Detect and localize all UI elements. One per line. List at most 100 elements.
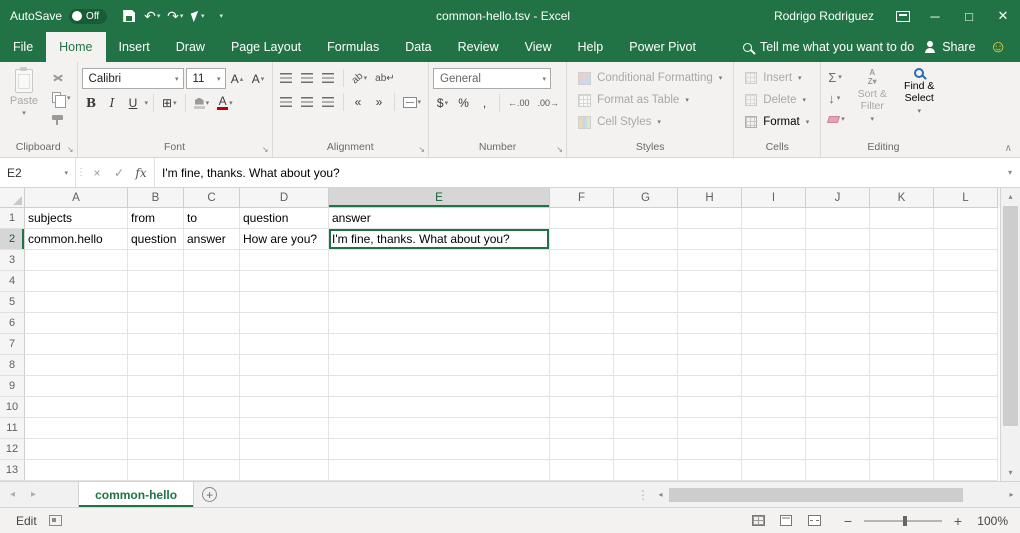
cell-K7[interactable] xyxy=(870,334,934,355)
row-header-12[interactable]: 12 xyxy=(0,439,25,460)
tab-scroll-divider[interactable]: ⋮ xyxy=(634,482,652,507)
orientation-button[interactable]: ab▾ xyxy=(349,68,371,88)
cell-L3[interactable] xyxy=(934,250,998,271)
cell-K5[interactable] xyxy=(870,292,934,313)
maximize-button[interactable]: □ xyxy=(952,0,986,32)
row-header-8[interactable]: 8 xyxy=(0,355,25,376)
accounting-format-button[interactable]: $▾ xyxy=(433,93,452,113)
cell-E8[interactable] xyxy=(329,355,550,376)
cell-L10[interactable] xyxy=(934,397,998,418)
cell-D11[interactable] xyxy=(240,418,329,439)
cell-D10[interactable] xyxy=(240,397,329,418)
cell-J10[interactable] xyxy=(806,397,870,418)
cell-B12[interactable] xyxy=(128,439,184,460)
cell-B13[interactable] xyxy=(128,460,184,481)
font-size-select[interactable]: 11▾ xyxy=(186,68,226,89)
decrease-indent-button[interactable]: « xyxy=(349,92,368,112)
cell-C12[interactable] xyxy=(184,439,240,460)
cell-J3[interactable] xyxy=(806,250,870,271)
menu-tab-page-layout[interactable]: Page Layout xyxy=(218,32,314,62)
row-header-10[interactable]: 10 xyxy=(0,397,25,418)
menu-tab-power-pivot[interactable]: Power Pivot xyxy=(616,32,709,62)
cell-F7[interactable] xyxy=(550,334,614,355)
ribbon-display-options-button[interactable] xyxy=(888,0,918,32)
autosave-toggle[interactable]: Off xyxy=(69,9,107,24)
cell-I13[interactable] xyxy=(742,460,806,481)
cell-K2[interactable] xyxy=(870,229,934,250)
wrap-text-button[interactable]: ab↵ xyxy=(372,68,398,88)
cell-D3[interactable] xyxy=(240,250,329,271)
cell-C8[interactable] xyxy=(184,355,240,376)
cell-E12[interactable] xyxy=(329,439,550,460)
cell-I1[interactable] xyxy=(742,208,806,229)
menu-tab-data[interactable]: Data xyxy=(392,32,444,62)
conditional-formatting-button[interactable]: Conditional Formatting ▾ xyxy=(571,67,729,89)
cell-K6[interactable] xyxy=(870,313,934,334)
cell-I9[interactable] xyxy=(742,376,806,397)
page-break-view-button[interactable] xyxy=(801,511,827,531)
insert-function-button[interactable]: fx xyxy=(130,158,152,187)
cell-B7[interactable] xyxy=(128,334,184,355)
cell-H2[interactable] xyxy=(678,229,742,250)
cell-G12[interactable] xyxy=(614,439,678,460)
cell-E3[interactable] xyxy=(329,250,550,271)
row-header-11[interactable]: 11 xyxy=(0,418,25,439)
cell-A8[interactable] xyxy=(25,355,128,376)
row-header-7[interactable]: 7 xyxy=(0,334,25,355)
sheet-tab-common-hello[interactable]: common-hello xyxy=(78,482,194,507)
cell-A2[interactable]: common.hello xyxy=(25,229,128,250)
increase-indent-button[interactable]: » xyxy=(370,92,389,112)
comma-style-button[interactable]: , xyxy=(475,93,494,113)
cell-A3[interactable] xyxy=(25,250,128,271)
menu-tab-insert[interactable]: Insert xyxy=(106,32,163,62)
number-format-select[interactable]: General▾ xyxy=(433,68,551,89)
cell-I8[interactable] xyxy=(742,355,806,376)
customize-qat-button[interactable]: ▾ xyxy=(210,4,232,28)
column-header-L[interactable]: L xyxy=(934,188,998,208)
cell-C10[interactable] xyxy=(184,397,240,418)
scroll-down-icon[interactable]: ▾ xyxy=(1001,464,1020,481)
cell-E13[interactable] xyxy=(329,460,550,481)
cell-H13[interactable] xyxy=(678,460,742,481)
cell-C13[interactable] xyxy=(184,460,240,481)
vertical-scrollbar[interactable]: ▴ ▾ xyxy=(1000,188,1020,481)
cell-I12[interactable] xyxy=(742,439,806,460)
cell-G8[interactable] xyxy=(614,355,678,376)
align-left-button[interactable] xyxy=(277,92,296,112)
cell-A5[interactable] xyxy=(25,292,128,313)
column-header-I[interactable]: I xyxy=(742,188,806,208)
collapse-ribbon-button[interactable]: ∧ xyxy=(1005,143,1012,154)
column-header-G[interactable]: G xyxy=(614,188,678,208)
cell-A12[interactable] xyxy=(25,439,128,460)
cell-G6[interactable] xyxy=(614,313,678,334)
cell-styles-button[interactable]: Cell Styles ▾ xyxy=(571,111,729,133)
cell-L7[interactable] xyxy=(934,334,998,355)
column-header-D[interactable]: D xyxy=(240,188,329,208)
decrease-font-size-button[interactable]: A▾ xyxy=(249,69,268,89)
cell-B11[interactable] xyxy=(128,418,184,439)
cell-K3[interactable] xyxy=(870,250,934,271)
copy-button[interactable]: ▾ xyxy=(49,88,74,107)
cell-K1[interactable] xyxy=(870,208,934,229)
tell-me-box[interactable]: Tell me what you want to do xyxy=(743,32,914,62)
fill-color-button[interactable]: ▾ xyxy=(191,93,213,113)
row-header-4[interactable]: 4 xyxy=(0,271,25,292)
cell-C4[interactable] xyxy=(184,271,240,292)
cell-J13[interactable] xyxy=(806,460,870,481)
menu-tab-help[interactable]: Help xyxy=(565,32,617,62)
cell-C11[interactable] xyxy=(184,418,240,439)
cell-H11[interactable] xyxy=(678,418,742,439)
cell-F6[interactable] xyxy=(550,313,614,334)
row-header-2[interactable]: 2 xyxy=(0,229,25,250)
column-header-C[interactable]: C xyxy=(184,188,240,208)
column-header-F[interactable]: F xyxy=(550,188,614,208)
cell-G9[interactable] xyxy=(614,376,678,397)
row-header-13[interactable]: 13 xyxy=(0,460,25,481)
cell-J12[interactable] xyxy=(806,439,870,460)
cell-D7[interactable] xyxy=(240,334,329,355)
delete-cells-button[interactable]: Delete ▾ xyxy=(738,89,816,111)
row-header-1[interactable]: 1 xyxy=(0,208,25,229)
cell-H4[interactable] xyxy=(678,271,742,292)
cell-D9[interactable] xyxy=(240,376,329,397)
cell-D13[interactable] xyxy=(240,460,329,481)
